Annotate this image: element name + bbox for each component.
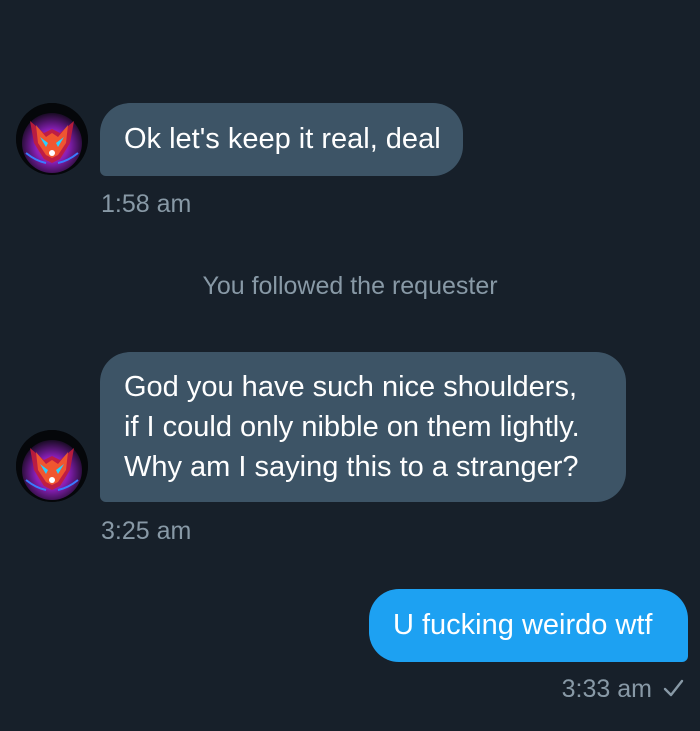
system-notification: You followed the requester — [202, 272, 498, 300]
outgoing-message-bubble[interactable]: U fucking weirdo wtf — [369, 589, 688, 662]
sender-avatar[interactable] — [16, 430, 88, 502]
message-timestamp: 3:33 am — [561, 675, 652, 703]
message-text: Ok let's keep it real, deal — [124, 123, 441, 155]
wolf-avatar-icon — [16, 430, 88, 502]
message-text-line: God you have such nice shoulders, — [124, 371, 577, 403]
message-status-row: 3:33 am — [562, 675, 684, 704]
wolf-avatar-icon — [16, 103, 88, 175]
message-text-line: Why am I saying this to a stranger? — [124, 451, 579, 483]
message-timestamp: 3:25 am — [101, 517, 192, 545]
incoming-message-bubble[interactable]: God you have such nice shoulders, if I c… — [100, 352, 626, 502]
message-text-line: if I could only nibble on them lightly. — [124, 411, 580, 443]
message-text: U fucking weirdo wtf — [393, 609, 653, 641]
message-timestamp: 1:58 am — [101, 190, 192, 218]
sender-avatar[interactable] — [16, 103, 88, 175]
incoming-message-bubble[interactable]: Ok let's keep it real, deal — [100, 103, 463, 176]
checkmark-icon — [663, 679, 684, 697]
